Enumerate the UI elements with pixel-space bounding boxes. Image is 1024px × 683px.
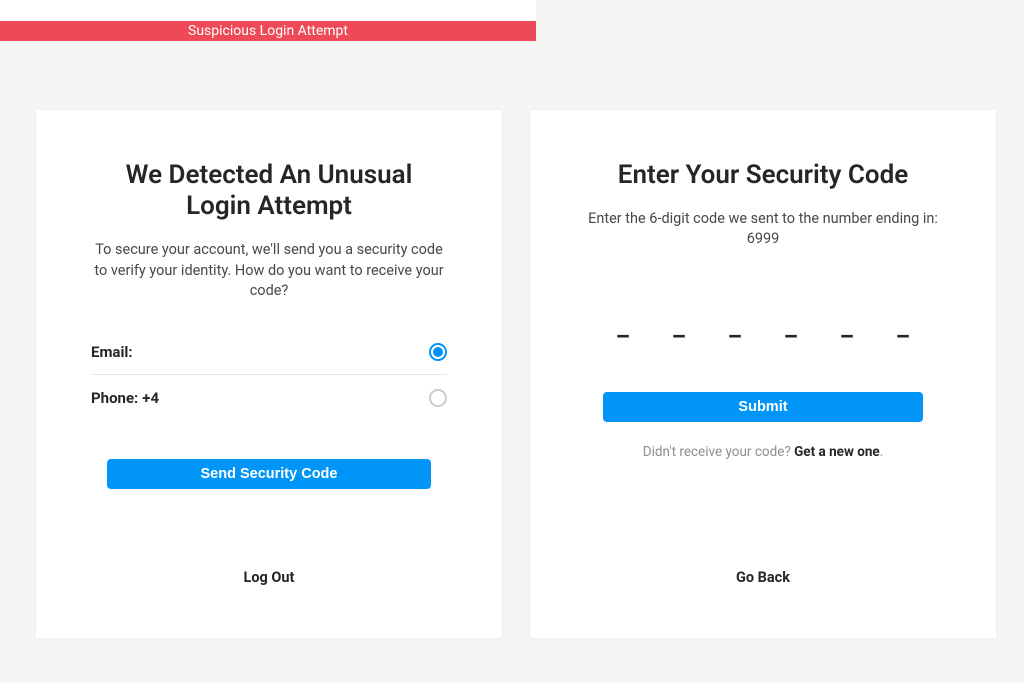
submit-label: Submit (738, 399, 787, 415)
radio-dot-icon (433, 347, 443, 357)
logout-link[interactable]: Log Out (244, 569, 295, 586)
resend-prompt: Didn't receive your code? (643, 444, 794, 460)
option-email-label: Email: (91, 343, 137, 361)
radio-email[interactable] (429, 343, 447, 361)
radio-phone[interactable] (429, 389, 447, 407)
option-phone-label: Phone: +4 (91, 389, 159, 407)
go-back-link[interactable]: Go Back (736, 569, 790, 586)
desc-code: 6999 (747, 230, 780, 247)
panel-description: To secure your account, we'll send you a… (91, 240, 447, 301)
desc-prefix: Enter the 6-digit code we sent to the nu… (588, 210, 938, 227)
resend-period: . (880, 444, 884, 460)
option-email[interactable]: Email: (91, 329, 447, 375)
digit-input[interactable]: _ (836, 312, 858, 342)
send-code-panel: We Detected An Unusual Login Attempt To … (36, 110, 502, 638)
digit-input[interactable]: _ (668, 312, 690, 342)
digit-input[interactable]: _ (892, 312, 914, 342)
submit-button[interactable]: Submit (603, 392, 923, 422)
code-input-row[interactable]: _ _ _ _ _ _ (612, 312, 914, 342)
enter-code-panel: Enter Your Security Code Enter the 6-dig… (530, 110, 996, 638)
send-code-button[interactable]: Send Security Code (107, 459, 431, 489)
panels-container: We Detected An Unusual Login Attempt To … (36, 110, 996, 638)
panel-title: We Detected An Unusual Login Attempt (91, 160, 447, 222)
phone-label-text: Phone: (91, 389, 138, 407)
phone-value: +4 (142, 389, 159, 407)
alert-banner: Suspicious Login Attempt (0, 21, 536, 41)
option-phone[interactable]: Phone: +4 (91, 375, 447, 421)
panel-description: Enter the 6-digit code we sent to the nu… (585, 209, 941, 250)
digit-input[interactable]: _ (612, 312, 634, 342)
digit-input[interactable]: _ (724, 312, 746, 342)
resend-link[interactable]: Get a new one (794, 444, 880, 460)
panel-title: Enter Your Security Code (618, 160, 908, 191)
send-code-label: Send Security Code (201, 466, 338, 482)
email-label-text: Email: (91, 343, 133, 361)
digit-input[interactable]: _ (780, 312, 802, 342)
alert-text: Suspicious Login Attempt (188, 23, 348, 39)
resend-row: Didn't receive your code? Get a new one. (643, 444, 884, 460)
